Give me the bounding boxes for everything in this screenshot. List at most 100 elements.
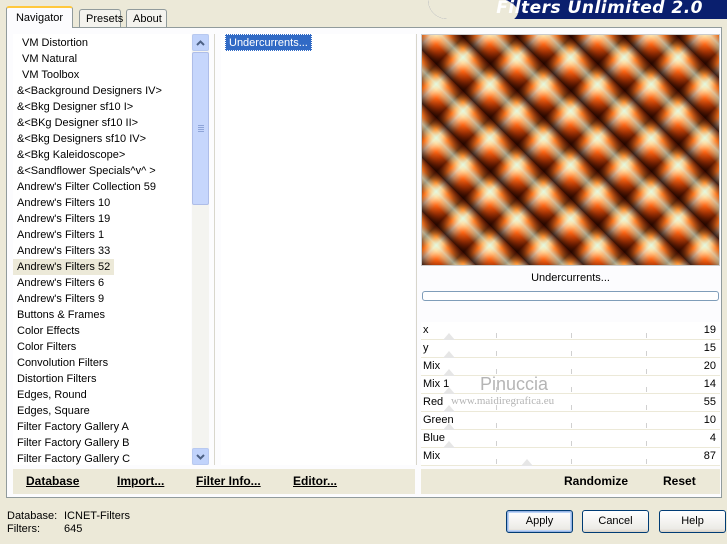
scroll-up-button[interactable] xyxy=(192,34,209,51)
watermark-url: www.maidiregrafica.eu xyxy=(451,395,555,407)
slider-tick xyxy=(496,333,497,338)
category-item[interactable]: &<Bkg Designers sf10 IV> xyxy=(13,131,150,147)
slider-label: y xyxy=(423,342,429,354)
chevron-down-icon xyxy=(196,453,205,460)
category-item[interactable]: VM Toolbox xyxy=(13,67,83,83)
slider-row[interactable]: Mix 1 14 xyxy=(421,376,720,394)
slider-row[interactable]: x 19 xyxy=(421,322,720,340)
category-item[interactable]: Color Effects xyxy=(13,323,84,339)
slider-tick xyxy=(571,351,572,356)
category-item[interactable]: Buttons & Frames xyxy=(13,307,109,323)
database-button[interactable]: Database xyxy=(26,473,79,489)
reset-button[interactable]: Reset xyxy=(663,473,696,489)
slider-tick xyxy=(646,441,647,446)
category-item[interactable]: Filter Factory Gallery B xyxy=(13,435,133,451)
filter-item-undercurrents[interactable]: Undercurrents... xyxy=(225,34,312,51)
slider-tick xyxy=(571,333,572,338)
watermark-name: Pinuccia xyxy=(480,374,549,394)
slider-tick xyxy=(646,423,647,428)
slider-value: 55 xyxy=(703,396,716,408)
slider-tick xyxy=(646,387,647,392)
slider-tick xyxy=(646,369,647,374)
category-item[interactable]: VM Natural xyxy=(13,51,81,67)
slider-tick xyxy=(571,387,572,392)
randomize-button[interactable]: Randomize xyxy=(564,473,628,489)
category-item[interactable]: Andrew's Filters 9 xyxy=(13,291,108,307)
apply-button[interactable]: Apply xyxy=(506,510,573,533)
slider-row[interactable]: Mix 87 xyxy=(421,448,720,466)
slider-label: x xyxy=(423,324,429,336)
slider-value: 10 xyxy=(703,414,716,426)
category-item[interactable]: Andrew's Filters 6 xyxy=(13,275,108,291)
database-value: ICNET-Filters xyxy=(64,510,130,522)
tab-about[interactable]: About xyxy=(126,9,167,28)
slider-tick xyxy=(646,459,647,464)
slider-row[interactable]: Blue 4 xyxy=(421,430,720,448)
category-item[interactable]: Andrew's Filter Collection 59 xyxy=(13,179,160,195)
category-item[interactable]: Andrew's Filters 19 xyxy=(13,211,114,227)
chevron-up-icon xyxy=(196,39,205,46)
slider-tick xyxy=(571,405,572,410)
preview-caption: Undercurrents... xyxy=(531,272,610,284)
app-title: Filters Unlimited 2.0 xyxy=(496,0,703,18)
slider-tick xyxy=(496,441,497,446)
category-item[interactable]: Color Filters xyxy=(13,339,80,355)
category-item[interactable]: Filter Factory Gallery C xyxy=(13,451,134,465)
category-item[interactable]: Andrew's Filters 52 xyxy=(13,259,115,275)
slider-row[interactable]: Mix 20 xyxy=(421,358,720,376)
slider-tick xyxy=(496,423,497,428)
help-button[interactable]: Help xyxy=(659,510,726,533)
category-item[interactable]: &<Sandflower Specials^v^ > xyxy=(13,163,160,179)
slider-tick xyxy=(571,369,572,374)
slider-knob[interactable] xyxy=(443,351,455,358)
category-item[interactable]: Edges, Square xyxy=(13,403,94,419)
slider-knob[interactable] xyxy=(443,333,455,340)
app-banner: Filters Unlimited 2.0 xyxy=(428,0,727,19)
slider-knob[interactable] xyxy=(443,423,455,430)
slider-label: Mix xyxy=(423,450,441,462)
category-item[interactable]: Andrew's Filters 10 xyxy=(13,195,114,211)
category-item[interactable]: &<Background Designers IV> xyxy=(13,83,166,99)
category-item[interactable]: Convolution Filters xyxy=(13,355,112,371)
cancel-button[interactable]: Cancel xyxy=(582,510,649,533)
category-scrollbar[interactable] xyxy=(192,34,209,465)
category-item[interactable]: Distortion Filters xyxy=(13,371,100,387)
category-item[interactable]: Edges, Round xyxy=(13,387,91,403)
tab-navigator[interactable]: Navigator xyxy=(6,6,73,28)
import-button[interactable]: Import... xyxy=(117,473,164,489)
category-item[interactable]: &<Bkg Designer sf10 I> xyxy=(13,99,137,115)
category-item[interactable]: Filter Factory Gallery A xyxy=(13,419,133,435)
filter-info-button[interactable]: Filter Info... xyxy=(196,473,261,489)
slider-tick xyxy=(571,459,572,464)
slider-knob[interactable] xyxy=(521,459,533,466)
database-label: Database: xyxy=(7,510,58,522)
scroll-down-button[interactable] xyxy=(192,448,209,465)
slider-tick xyxy=(571,423,572,428)
slider-tick xyxy=(646,405,647,410)
category-item[interactable]: Andrew's Filters 1 xyxy=(13,227,108,243)
filter-list[interactable]: Undercurrents... xyxy=(221,34,415,465)
slider-tick xyxy=(496,459,497,464)
slider-row[interactable]: Green 10 xyxy=(421,412,720,430)
scroll-thumb[interactable] xyxy=(192,52,209,205)
category-item[interactable]: &<Bkg Kaleidoscope> xyxy=(13,147,129,163)
divider xyxy=(214,34,215,465)
category-item[interactable]: &<BKg Designer sf10 II> xyxy=(13,115,142,131)
category-list[interactable]: VM Distortion VM Natural VM Toolbox &<Backg… xyxy=(13,34,191,465)
slider-knob[interactable] xyxy=(443,369,455,376)
slider-tick xyxy=(646,351,647,356)
slider-tick xyxy=(496,351,497,356)
category-item[interactable]: Andrew's Filters 33 xyxy=(13,243,114,259)
tab-presets[interactable]: Presets xyxy=(79,9,123,28)
slider-value: 4 xyxy=(709,432,716,444)
divider xyxy=(416,34,417,465)
slider-value: 87 xyxy=(703,450,716,462)
slider-row[interactable]: y 15 xyxy=(421,340,720,358)
editor-button[interactable]: Editor... xyxy=(293,473,337,489)
slider-knob[interactable] xyxy=(443,441,455,448)
slider-knob[interactable] xyxy=(443,387,455,394)
category-item[interactable]: VM Distortion xyxy=(13,35,92,51)
filters-count-label: Filters: xyxy=(7,523,40,535)
filters-count-value: 645 xyxy=(64,523,83,535)
filter-preview-image xyxy=(421,34,720,266)
